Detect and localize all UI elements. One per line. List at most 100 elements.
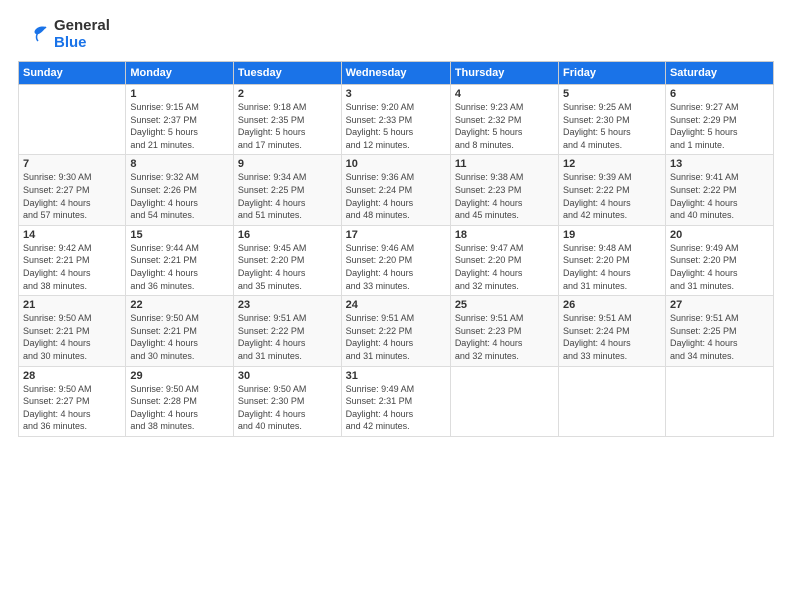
page: General Blue SundayMondayTuesdayWednesda… [0, 0, 792, 612]
day-info: Sunrise: 9:44 AM Sunset: 2:21 PM Dayligh… [130, 242, 229, 292]
day-info: Sunrise: 9:18 AM Sunset: 2:35 PM Dayligh… [238, 101, 337, 151]
day-cell: 19Sunrise: 9:48 AM Sunset: 2:20 PM Dayli… [559, 225, 666, 295]
day-info: Sunrise: 9:51 AM Sunset: 2:22 PM Dayligh… [238, 312, 337, 362]
day-cell: 12Sunrise: 9:39 AM Sunset: 2:22 PM Dayli… [559, 155, 666, 225]
header-cell-thursday: Thursday [450, 62, 558, 85]
day-info: Sunrise: 9:51 AM Sunset: 2:25 PM Dayligh… [670, 312, 769, 362]
day-number: 22 [130, 299, 229, 311]
day-cell: 31Sunrise: 9:49 AM Sunset: 2:31 PM Dayli… [341, 366, 450, 436]
day-info: Sunrise: 9:51 AM Sunset: 2:24 PM Dayligh… [563, 312, 661, 362]
day-number: 17 [346, 229, 446, 241]
header-cell-sunday: Sunday [19, 62, 126, 85]
day-cell: 8Sunrise: 9:32 AM Sunset: 2:26 PM Daylig… [126, 155, 234, 225]
day-cell: 3Sunrise: 9:20 AM Sunset: 2:33 PM Daylig… [341, 85, 450, 155]
day-info: Sunrise: 9:42 AM Sunset: 2:21 PM Dayligh… [23, 242, 121, 292]
day-info: Sunrise: 9:46 AM Sunset: 2:20 PM Dayligh… [346, 242, 446, 292]
day-info: Sunrise: 9:50 AM Sunset: 2:28 PM Dayligh… [130, 383, 229, 433]
day-number: 25 [455, 299, 554, 311]
week-row-5: 28Sunrise: 9:50 AM Sunset: 2:27 PM Dayli… [19, 366, 774, 436]
calendar-header: SundayMondayTuesdayWednesdayThursdayFrid… [19, 62, 774, 85]
day-number: 4 [455, 88, 554, 100]
day-info: Sunrise: 9:45 AM Sunset: 2:20 PM Dayligh… [238, 242, 337, 292]
day-info: Sunrise: 9:15 AM Sunset: 2:37 PM Dayligh… [130, 101, 229, 151]
day-info: Sunrise: 9:49 AM Sunset: 2:20 PM Dayligh… [670, 242, 769, 292]
day-number: 31 [346, 370, 446, 382]
day-number: 12 [563, 158, 661, 170]
day-number: 11 [455, 158, 554, 170]
header-cell-wednesday: Wednesday [341, 62, 450, 85]
header-cell-monday: Monday [126, 62, 234, 85]
day-cell: 29Sunrise: 9:50 AM Sunset: 2:28 PM Dayli… [126, 366, 234, 436]
day-number: 6 [670, 88, 769, 100]
day-number: 9 [238, 158, 337, 170]
day-info: Sunrise: 9:27 AM Sunset: 2:29 PM Dayligh… [670, 101, 769, 151]
day-cell: 28Sunrise: 9:50 AM Sunset: 2:27 PM Dayli… [19, 366, 126, 436]
day-cell: 25Sunrise: 9:51 AM Sunset: 2:23 PM Dayli… [450, 296, 558, 366]
day-number: 2 [238, 88, 337, 100]
day-cell: 10Sunrise: 9:36 AM Sunset: 2:24 PM Dayli… [341, 155, 450, 225]
day-number: 29 [130, 370, 229, 382]
day-cell: 4Sunrise: 9:23 AM Sunset: 2:32 PM Daylig… [450, 85, 558, 155]
day-info: Sunrise: 9:23 AM Sunset: 2:32 PM Dayligh… [455, 101, 554, 151]
day-cell: 6Sunrise: 9:27 AM Sunset: 2:29 PM Daylig… [665, 85, 773, 155]
day-number: 14 [23, 229, 121, 241]
day-number: 27 [670, 299, 769, 311]
logo: General Blue [18, 18, 110, 51]
logo-blue-text: Blue [54, 35, 110, 52]
day-number: 20 [670, 229, 769, 241]
day-cell: 18Sunrise: 9:47 AM Sunset: 2:20 PM Dayli… [450, 225, 558, 295]
day-cell [665, 366, 773, 436]
day-info: Sunrise: 9:39 AM Sunset: 2:22 PM Dayligh… [563, 171, 661, 221]
day-number: 24 [346, 299, 446, 311]
day-info: Sunrise: 9:50 AM Sunset: 2:27 PM Dayligh… [23, 383, 121, 433]
day-cell: 13Sunrise: 9:41 AM Sunset: 2:22 PM Dayli… [665, 155, 773, 225]
day-info: Sunrise: 9:41 AM Sunset: 2:22 PM Dayligh… [670, 171, 769, 221]
day-cell: 17Sunrise: 9:46 AM Sunset: 2:20 PM Dayli… [341, 225, 450, 295]
day-info: Sunrise: 9:20 AM Sunset: 2:33 PM Dayligh… [346, 101, 446, 151]
day-number: 5 [563, 88, 661, 100]
week-row-1: 1Sunrise: 9:15 AM Sunset: 2:37 PM Daylig… [19, 85, 774, 155]
day-number: 3 [346, 88, 446, 100]
day-info: Sunrise: 9:36 AM Sunset: 2:24 PM Dayligh… [346, 171, 446, 221]
day-cell: 15Sunrise: 9:44 AM Sunset: 2:21 PM Dayli… [126, 225, 234, 295]
day-cell: 20Sunrise: 9:49 AM Sunset: 2:20 PM Dayli… [665, 225, 773, 295]
day-cell: 9Sunrise: 9:34 AM Sunset: 2:25 PM Daylig… [233, 155, 341, 225]
logo-bird-icon [18, 19, 50, 51]
day-cell: 16Sunrise: 9:45 AM Sunset: 2:20 PM Dayli… [233, 225, 341, 295]
day-number: 23 [238, 299, 337, 311]
day-cell: 24Sunrise: 9:51 AM Sunset: 2:22 PM Dayli… [341, 296, 450, 366]
calendar-table: SundayMondayTuesdayWednesdayThursdayFrid… [18, 61, 774, 437]
header-cell-tuesday: Tuesday [233, 62, 341, 85]
day-info: Sunrise: 9:49 AM Sunset: 2:31 PM Dayligh… [346, 383, 446, 433]
logo-general-text: General [54, 18, 110, 35]
header-cell-saturday: Saturday [665, 62, 773, 85]
day-cell: 23Sunrise: 9:51 AM Sunset: 2:22 PM Dayli… [233, 296, 341, 366]
day-number: 26 [563, 299, 661, 311]
day-number: 30 [238, 370, 337, 382]
day-cell: 5Sunrise: 9:25 AM Sunset: 2:30 PM Daylig… [559, 85, 666, 155]
day-info: Sunrise: 9:25 AM Sunset: 2:30 PM Dayligh… [563, 101, 661, 151]
day-info: Sunrise: 9:51 AM Sunset: 2:23 PM Dayligh… [455, 312, 554, 362]
day-cell: 7Sunrise: 9:30 AM Sunset: 2:27 PM Daylig… [19, 155, 126, 225]
day-number: 1 [130, 88, 229, 100]
day-number: 13 [670, 158, 769, 170]
day-number: 19 [563, 229, 661, 241]
day-cell [450, 366, 558, 436]
day-cell: 30Sunrise: 9:50 AM Sunset: 2:30 PM Dayli… [233, 366, 341, 436]
day-cell: 1Sunrise: 9:15 AM Sunset: 2:37 PM Daylig… [126, 85, 234, 155]
day-cell: 2Sunrise: 9:18 AM Sunset: 2:35 PM Daylig… [233, 85, 341, 155]
day-cell [19, 85, 126, 155]
day-number: 10 [346, 158, 446, 170]
day-number: 21 [23, 299, 121, 311]
week-row-2: 7Sunrise: 9:30 AM Sunset: 2:27 PM Daylig… [19, 155, 774, 225]
day-info: Sunrise: 9:32 AM Sunset: 2:26 PM Dayligh… [130, 171, 229, 221]
header: General Blue [18, 18, 774, 51]
logo-text: General Blue [54, 18, 110, 51]
day-info: Sunrise: 9:34 AM Sunset: 2:25 PM Dayligh… [238, 171, 337, 221]
day-number: 7 [23, 158, 121, 170]
day-info: Sunrise: 9:48 AM Sunset: 2:20 PM Dayligh… [563, 242, 661, 292]
day-number: 8 [130, 158, 229, 170]
day-cell [559, 366, 666, 436]
day-info: Sunrise: 9:51 AM Sunset: 2:22 PM Dayligh… [346, 312, 446, 362]
day-number: 28 [23, 370, 121, 382]
